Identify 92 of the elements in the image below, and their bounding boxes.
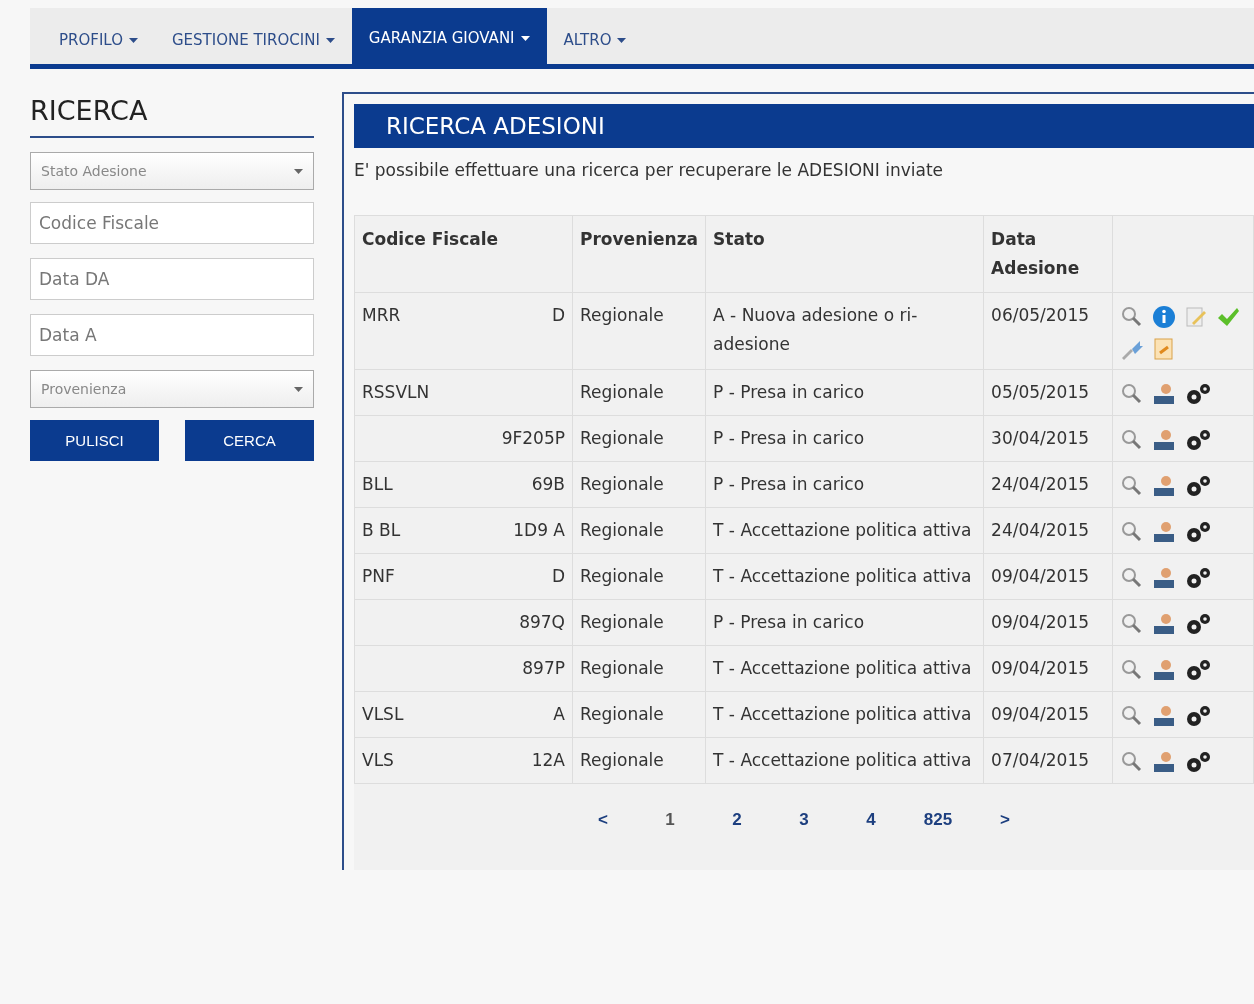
fiscal-code-part: B BL <box>362 519 401 542</box>
user-computer-icon <box>1152 428 1177 452</box>
action-button[interactable]: CERCA <box>185 420 314 461</box>
fiscal-code-part: MRR <box>362 304 401 327</box>
input-field[interactable]: Codice Fiscale <box>30 202 314 244</box>
nav-tab-label: ALTRO <box>563 31 612 49</box>
fiscal-code-part: 1D9 A <box>513 519 565 542</box>
user-computer-icon <box>1152 658 1177 682</box>
caret-icon <box>325 37 335 43</box>
caret-icon <box>617 37 627 43</box>
table-cell: Regionale <box>572 737 706 784</box>
table-cell: Regionale <box>572 369 706 416</box>
sidebar-title: RICERCA <box>30 87 314 138</box>
table-cell: P - Presa in carico <box>705 415 984 462</box>
caret-icon <box>294 168 303 174</box>
table-cell: T - Accettazione politica attiva <box>705 645 984 692</box>
table-cell: Regionale <box>572 292 706 370</box>
fiscal-code-part: 897Q <box>519 611 565 634</box>
table-cell: 07/04/2015 <box>983 737 1113 784</box>
fiscal-code-part: A <box>553 703 565 726</box>
nav-tab[interactable]: ALTRO <box>546 12 644 64</box>
table-cell: T - Accettazione politica attiva <box>705 553 984 600</box>
nav-tab-label: GARANZIA GIOVANI <box>368 29 515 47</box>
fiscal-code-part: 12A <box>531 749 565 772</box>
fiscal-code-part: PNF <box>362 565 395 588</box>
select-placeholder: Stato Adesione <box>41 163 147 179</box>
table-cell: 09/04/2015 <box>983 645 1113 692</box>
fiscal-code-part: 69B <box>531 473 565 496</box>
fiscal-code-part: 897P <box>522 657 565 680</box>
table-cell: 30/04/2015 <box>983 415 1113 462</box>
table-cell: 05/05/2015 <box>983 369 1113 416</box>
info-icon <box>1152 305 1177 329</box>
input-field[interactable]: Data A <box>30 314 314 356</box>
page-link[interactable]: 4 <box>837 810 905 870</box>
table-cell: T - Accettazione politica attiva <box>705 507 984 554</box>
caret-icon <box>128 37 138 43</box>
table-cell: Regionale <box>572 507 706 554</box>
user-computer-icon <box>1152 566 1177 590</box>
table-cell: Regionale <box>572 599 706 646</box>
nav-tab[interactable]: GARANZIA GIOVANI <box>351 8 547 64</box>
fiscal-code-part: 9F205P <box>501 427 565 450</box>
column-header: Provenienza <box>572 215 706 293</box>
table-cell: A - Nuova adesione o ri-adesione <box>705 292 984 370</box>
table-cell: Regionale <box>572 415 706 462</box>
user-computer-icon <box>1152 382 1177 406</box>
select-placeholder: Provenienza <box>41 381 127 397</box>
table-cell: P - Presa in carico <box>705 599 984 646</box>
page-link[interactable]: 3 <box>770 810 838 870</box>
user-computer-icon <box>1152 612 1177 636</box>
nav-tab-label: GESTIONE TIROCINI <box>171 31 320 49</box>
table-cell: 09/04/2015 <box>983 599 1113 646</box>
nav-tab[interactable]: PROFILO <box>42 12 155 64</box>
user-computer-icon <box>1152 520 1177 544</box>
user-computer-icon <box>1152 704 1177 728</box>
page-link[interactable]: 825 <box>904 810 972 870</box>
nav-tab-label: PROFILO <box>59 31 123 49</box>
table-cell: 24/04/2015 <box>983 461 1113 508</box>
fiscal-code-part: VLS <box>362 749 394 772</box>
edit-icon <box>1184 305 1209 329</box>
table-cell: Regionale <box>572 645 706 692</box>
table-cell: Regionale <box>572 691 706 738</box>
nav-tab[interactable]: GESTIONE TIROCINI <box>154 12 352 64</box>
caret-icon <box>520 35 530 41</box>
panel-description: E' possibile effettuare una ricerca per recuperare le ADESIONI inviate <box>354 159 944 182</box>
table-cell: T - Accettazione politica attiva <box>705 737 984 784</box>
input-field[interactable]: Data DA <box>30 258 314 300</box>
user-computer-icon <box>1152 474 1177 498</box>
caret-icon <box>294 386 303 392</box>
page-link[interactable]: > <box>971 810 1039 870</box>
table-cell: 09/04/2015 <box>983 691 1113 738</box>
action-button[interactable]: PULISCI <box>30 420 159 461</box>
table-cell: Regionale <box>572 553 706 600</box>
table-cell: P - Presa in carico <box>705 461 984 508</box>
user-computer-icon <box>1152 750 1177 774</box>
table-cell: 24/04/2015 <box>983 507 1113 554</box>
fiscal-code-part: BLL <box>362 473 393 496</box>
fiscal-code-part: VLSL <box>362 703 404 726</box>
table-cell: T - Accettazione politica attiva <box>705 691 984 738</box>
table-cell: P - Presa in carico <box>705 369 984 416</box>
fiscal-code-part: RSSVLN <box>362 381 430 404</box>
panel-title: RICERCA ADESIONI <box>354 104 1254 148</box>
column-header: Codice Fiscale <box>354 215 573 293</box>
column-header: Data Adesione <box>983 215 1113 293</box>
page-link[interactable]: 1 <box>636 810 704 870</box>
fiscal-code-part: D <box>551 565 565 588</box>
page-link[interactable]: 2 <box>703 810 771 870</box>
table-cell: 06/05/2015 <box>983 292 1113 370</box>
table-cell: 09/04/2015 <box>983 553 1113 600</box>
page-link[interactable]: < <box>569 810 637 870</box>
column-header: Stato <box>705 215 984 293</box>
fiscal-code-part: D <box>551 304 565 327</box>
table-cell: Regionale <box>572 461 706 508</box>
